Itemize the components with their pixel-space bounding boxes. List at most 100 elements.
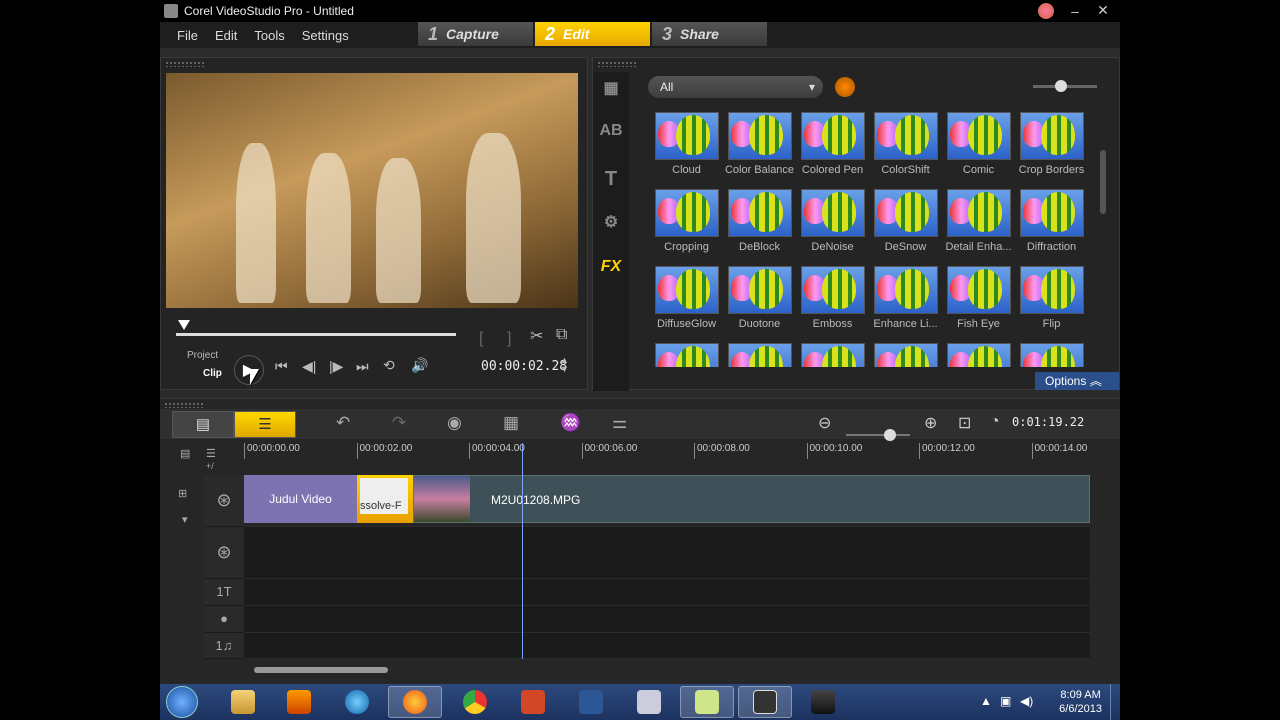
menu-settings[interactable]: Settings <box>302 28 349 43</box>
title-icon[interactable]: T <box>599 168 623 190</box>
show-hidden-icons-icon[interactable]: ▲ <box>980 694 992 708</box>
filter-tile[interactable]: Emboss <box>796 266 869 330</box>
taskbar-powerpoint[interactable] <box>506 686 560 718</box>
overlay-track-header[interactable]: ⊛ <box>204 527 244 579</box>
slider-knob[interactable] <box>1055 80 1067 92</box>
scrub-bar[interactable] <box>176 333 456 336</box>
filter-tile[interactable]: Crop Borders <box>1015 112 1088 176</box>
menu-tools[interactable]: Tools <box>254 28 284 43</box>
taskbar-videostudio[interactable] <box>738 686 792 718</box>
voice-track[interactable] <box>244 606 1090 633</box>
mark-in-icon[interactable]: [ <box>479 330 483 348</box>
filter-tile[interactable] <box>942 343 1015 367</box>
panel-grip[interactable] <box>597 61 637 67</box>
clock[interactable]: 8:09 AM 6/6/2013 <box>1059 688 1102 716</box>
audio-mixer-icon[interactable]: ♒ <box>560 413 581 433</box>
taskbar-sticky-notes[interactable] <box>680 686 734 718</box>
timeline-scrollbar[interactable] <box>254 667 388 673</box>
network-icon[interactable]: ▣ <box>1000 694 1011 708</box>
filter-tile[interactable]: Fish Eye <box>942 266 1015 330</box>
taskbar-word[interactable] <box>564 686 618 718</box>
video-clip[interactable]: M2U01208.MPG <box>413 475 1090 523</box>
video-track-header[interactable]: ⊛ <box>204 475 244 527</box>
record-capture-icon[interactable]: ◉ <box>447 413 462 433</box>
undo-icon[interactable]: ↶ <box>336 413 350 433</box>
library-scrollbar[interactable] <box>1100 150 1106 214</box>
taskbar-keyboard[interactable] <box>622 686 676 718</box>
clip-mode-label[interactable]: Clip <box>203 368 222 379</box>
filter-tile[interactable]: Detail Enha... <box>942 189 1015 253</box>
taskbar-chrome[interactable] <box>448 686 502 718</box>
redo-icon[interactable]: ↷ <box>392 413 406 433</box>
filter-tile[interactable]: Colored Pen <box>796 112 869 176</box>
volume-icon[interactable]: ◀) <box>1020 694 1033 708</box>
taskbar-firefox[interactable] <box>388 686 442 718</box>
scissors-icon[interactable]: ✂ <box>530 326 543 346</box>
filter-tile[interactable]: DeSnow <box>869 189 942 253</box>
fx-icon[interactable]: FX <box>599 258 623 278</box>
video-track[interactable]: Judul Video ssolve-F M2U01208.MPG <box>244 475 1090 527</box>
taskbar-media-player[interactable] <box>272 686 326 718</box>
home-icon[interactable]: ⏮ <box>275 358 288 375</box>
filter-tile[interactable]: DeBlock <box>723 189 796 253</box>
filter-tile[interactable] <box>1015 343 1088 367</box>
panel-grip[interactable] <box>164 402 204 408</box>
transition-icon[interactable]: AB <box>599 122 623 142</box>
filter-tile[interactable]: Flip <box>1015 266 1088 330</box>
step-capture[interactable]: 1 Capture <box>418 22 533 46</box>
auto-music-icon[interactable]: ⚌ <box>612 413 627 433</box>
filter-tile[interactable]: Cropping <box>650 189 723 253</box>
library-manager-icon[interactable] <box>835 77 855 97</box>
filter-tile[interactable] <box>650 343 723 367</box>
playhead[interactable] <box>522 443 523 659</box>
track-manager-icon[interactable]: ▤ <box>180 447 190 460</box>
timeline-ruler[interactable]: 00:00:00.00 00:00:02.00 00:00:04.00 00:00:0… <box>244 443 1090 463</box>
filter-tile[interactable]: Color Balance <box>723 112 796 176</box>
title-clip[interactable]: Judul Video <box>244 475 357 523</box>
filter-tile[interactable]: DiffuseGlow <box>650 266 723 330</box>
transition-clip[interactable]: ssolve-F <box>357 475 413 523</box>
mark-out-icon[interactable]: ] <box>507 330 511 348</box>
filter-tile[interactable]: ColorShift <box>869 112 942 176</box>
filter-tile[interactable]: Enhance Li... <box>869 266 942 330</box>
media-icon[interactable]: ▦ <box>599 78 623 98</box>
ripple-editing-icon[interactable]: ⊞ <box>178 487 187 500</box>
show-desktop-button[interactable] <box>1110 684 1120 720</box>
music-track[interactable] <box>244 633 1090 659</box>
voice-track-header[interactable]: ● <box>204 606 244 633</box>
next-frame-icon[interactable]: |▶ <box>329 358 343 375</box>
play-button[interactable]: ▶ <box>234 355 264 385</box>
title-track-header[interactable]: 1T <box>204 579 244 606</box>
timecode-display[interactable]: 00:00:02.28 <box>481 359 567 374</box>
project-mode-label[interactable]: Project <box>187 350 218 361</box>
repeat-icon[interactable]: ⟲ <box>383 357 395 374</box>
start-button[interactable] <box>166 686 198 718</box>
step-edit[interactable]: 2 Edit <box>535 22 650 46</box>
timeline-zoom-slider[interactable] <box>846 429 910 441</box>
title-track[interactable] <box>244 579 1090 606</box>
volume-icon[interactable]: 🔊 <box>411 357 428 374</box>
timecode-stepper-icon[interactable]: ▲ ▼ <box>560 356 569 374</box>
zoom-out-icon[interactable]: ⊖ <box>818 413 831 433</box>
filter-tile[interactable] <box>723 343 796 367</box>
slider-knob[interactable] <box>884 429 896 441</box>
thumbnail-size-slider[interactable] <box>1033 80 1097 92</box>
enlarge-icon[interactable]: ⧉ <box>556 326 567 344</box>
list-icon[interactable]: ☰ <box>206 447 216 460</box>
smart-proxy-icon[interactable]: ▦ <box>503 413 519 433</box>
graphic-icon[interactable]: ⚙ <box>599 212 623 232</box>
panel-grip[interactable] <box>165 61 205 67</box>
filter-tile[interactable]: Diffraction <box>1015 189 1088 253</box>
library-filter-dropdown[interactable]: All <box>648 76 823 98</box>
expand-icon[interactable]: ▾ <box>182 513 188 526</box>
menu-file[interactable]: File <box>177 28 198 43</box>
music-track-header[interactable]: 1♫ <box>204 633 244 659</box>
filter-tile[interactable] <box>796 343 869 367</box>
zoom-in-icon[interactable]: ⊕ <box>924 413 937 433</box>
filter-tile[interactable] <box>869 343 942 367</box>
timeline-view-button[interactable]: ☰ <box>234 411 296 438</box>
taskbar-camera[interactable] <box>796 686 850 718</box>
fit-to-window-icon[interactable]: ⊡ <box>958 413 971 433</box>
previous-frame-icon[interactable]: ◀| <box>302 358 316 375</box>
filter-tile[interactable]: Duotone <box>723 266 796 330</box>
